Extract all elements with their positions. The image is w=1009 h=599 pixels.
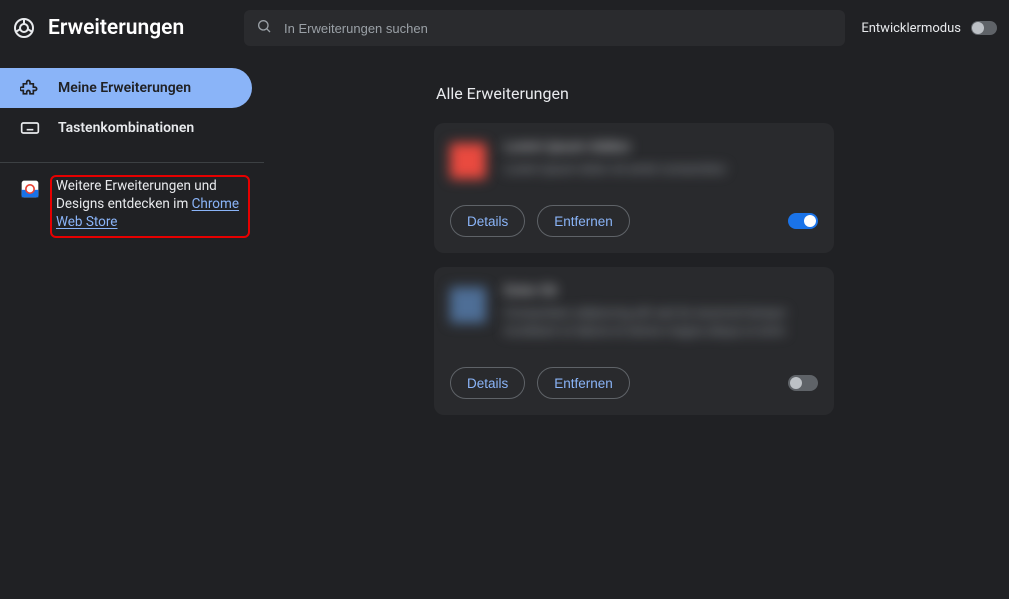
- header-right: Entwicklermodus: [861, 21, 997, 36]
- chrome-web-store-highlight: Weitere Erweiterungen und Designs entdec…: [50, 175, 250, 238]
- extension-icon: [450, 143, 486, 179]
- extension-enable-toggle[interactable]: [788, 213, 818, 229]
- search-input[interactable]: [282, 20, 833, 37]
- body: Meine Erweiterungen Tastenkombinationen: [0, 56, 1009, 599]
- keyboard-icon: [20, 118, 40, 138]
- details-button[interactable]: Details: [450, 205, 525, 237]
- sidebar-item-shortcuts[interactable]: Tastenkombinationen: [0, 108, 252, 148]
- extension-description: Consectetur adipiscing elit sed do eiusm…: [504, 305, 818, 341]
- main-content: Alle Erweiterungen Lorem Ipsum Addon Lor…: [264, 56, 1009, 599]
- extension-name: Lorem Ipsum Addon: [504, 139, 818, 155]
- search-icon: [256, 18, 272, 38]
- card-bottom: Details Entfernen: [450, 367, 818, 399]
- sidebar-divider: [0, 162, 264, 163]
- section-title: Alle Erweiterungen: [436, 84, 969, 103]
- page-title: Erweiterungen: [48, 16, 184, 40]
- extension-icon: [450, 287, 486, 323]
- toggle-knob: [972, 22, 984, 34]
- extension-text: Dolor Sit Consectetur adipiscing elit se…: [504, 283, 818, 341]
- extension-name: Dolor Sit: [504, 283, 818, 299]
- card-bottom: Details Entfernen: [450, 205, 818, 237]
- extension-card: Lorem Ipsum Addon Lorem ipsum dolor sit …: [434, 123, 834, 253]
- details-button[interactable]: Details: [450, 367, 525, 399]
- extension-card: Dolor Sit Consectetur adipiscing elit se…: [434, 267, 834, 415]
- sidebar-footer: Weitere Erweiterungen und Designs entdec…: [0, 177, 264, 234]
- chrome-web-store-icon: [20, 179, 40, 199]
- search-box[interactable]: [244, 10, 845, 46]
- developer-mode-label: Entwicklermodus: [861, 21, 961, 36]
- sidebar-footer-text: Weitere Erweiterungen und Designs entdec…: [54, 177, 244, 234]
- remove-button[interactable]: Entfernen: [537, 367, 630, 399]
- extension-enable-toggle[interactable]: [788, 375, 818, 391]
- toggle-knob: [804, 215, 816, 227]
- card-toggle-wrap: [788, 213, 818, 229]
- puzzle-icon: [20, 78, 40, 98]
- header: Erweiterungen Entwicklermodus: [0, 0, 1009, 56]
- header-left: Erweiterungen: [12, 16, 228, 40]
- toggle-knob: [790, 377, 802, 389]
- sidebar-item-my-extensions[interactable]: Meine Erweiterungen: [0, 68, 252, 108]
- extension-description: Lorem ipsum dolor sit amet consectetur: [504, 161, 818, 179]
- remove-button[interactable]: Entfernen: [537, 205, 630, 237]
- sidebar-item-label: Meine Erweiterungen: [58, 80, 191, 96]
- sidebar-item-label: Tastenkombinationen: [58, 120, 194, 136]
- developer-mode-toggle[interactable]: [971, 21, 997, 35]
- chrome-logo-icon: [12, 16, 36, 40]
- card-toggle-wrap: [788, 375, 818, 391]
- extension-text: Lorem Ipsum Addon Lorem ipsum dolor sit …: [504, 139, 818, 179]
- card-top: Dolor Sit Consectetur adipiscing elit se…: [450, 283, 818, 341]
- card-top: Lorem Ipsum Addon Lorem ipsum dolor sit …: [450, 139, 818, 179]
- sidebar: Meine Erweiterungen Tastenkombinationen: [0, 56, 264, 599]
